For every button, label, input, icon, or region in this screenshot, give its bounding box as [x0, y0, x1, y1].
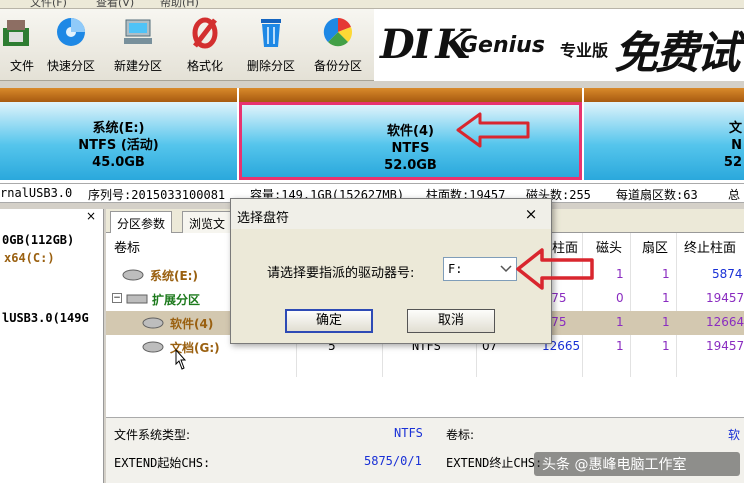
disk-icon — [142, 341, 164, 353]
close-icon[interactable]: × — [82, 209, 100, 225]
menu-bar: 文件(F) 查看(V) 帮助(H) — [0, 0, 744, 9]
toolbar: 文件 快速分区 新建分区 格式化 删除分区 备份分区 DI K Genius 专业… — [0, 9, 744, 143]
tree-item-disk0[interactable]: 0GB(112GB) — [2, 233, 74, 247]
new-partition-button[interactable]: 新建分区 — [107, 13, 169, 77]
row-name: 软件(4) — [170, 317, 214, 331]
disk-sectors: 每道扇区数:63 — [616, 188, 698, 202]
tab-partition-params[interactable]: 分区参数 — [110, 211, 173, 233]
volume-value: 软 — [728, 428, 741, 442]
dialog-titlebar: 选择盘符 × — [231, 199, 551, 229]
format-label: 格式化 — [186, 59, 223, 73]
disk-model: rnalUSB3.0 — [0, 186, 73, 200]
new-partition-label: 新建分区 — [113, 59, 162, 73]
disk-icon — [126, 294, 148, 304]
extend-start-label: EXTEND起始CHS: — [114, 456, 211, 470]
col-header-sector: 扇区 — [642, 241, 669, 256]
col-header-end-cylinder: 终止柱面 — [684, 241, 737, 256]
row-name: 系统(E:) — [150, 269, 198, 283]
row-end-cylinder: 12664 — [706, 315, 744, 329]
partition-body: 系统(E:) NTFS (活动) 45.0GB — [0, 102, 237, 180]
volume-label: 卷标: — [446, 428, 475, 442]
delete-partition-button[interactable]: 删除分区 — [240, 13, 302, 77]
brand-edition: 专业版 — [560, 41, 609, 60]
row-sector: 1 — [662, 291, 670, 305]
partition-fs: NTFS (活动) — [78, 138, 159, 153]
row-head: 1 — [616, 315, 624, 329]
partition-documents[interactable]: 文 N 52 — [584, 88, 744, 180]
watermark: 头条 @惠峰电脑工作室 — [534, 452, 740, 476]
backup-partition-button[interactable]: 备份分区 — [307, 13, 369, 77]
partition-system[interactable]: 系统(E:) NTFS (活动) 45.0GB — [0, 88, 237, 180]
extend-end-label: EXTEND终止CHS: — [446, 456, 543, 470]
collapse-icon[interactable]: − — [112, 293, 122, 303]
brand-logo-d: DI K — [380, 21, 470, 68]
disk-serial: 序列号:2015033100081 — [88, 188, 226, 202]
row-head: 1 — [616, 267, 624, 281]
partition-fs: N — [731, 138, 742, 153]
dialog-title: 选择盘符 — [237, 211, 290, 226]
mouse-cursor-icon — [175, 349, 186, 370]
disk-total: 总 — [728, 188, 741, 202]
col-header-head: 磁头 — [596, 241, 623, 256]
disk-tree: × 0GB(112GB) x64(C:) lUSB3.0(149G — [0, 209, 104, 483]
quick-partition-label: 快速分区 — [46, 59, 95, 73]
brand-logo-genius: Genius — [460, 33, 545, 58]
save-file-label: 文件 — [9, 59, 34, 73]
save-icon — [0, 13, 34, 51]
partition-size: 52 — [723, 155, 742, 170]
partition-body: 文 N 52 — [584, 102, 744, 180]
row-end-cylinder: 19457 — [706, 291, 744, 305]
tree-item-system-c[interactable]: x64(C:) — [4, 251, 55, 265]
drive-prompt: 请选择要指派的驱动器号: — [267, 266, 415, 281]
fs-type-label: 文件系统类型: — [114, 428, 191, 442]
quick-partition-icon — [52, 13, 90, 51]
chevron-down-icon — [500, 265, 512, 273]
partition-cap — [0, 88, 237, 102]
close-icon[interactable]: × — [521, 205, 541, 225]
quick-partition-button[interactable]: 快速分区 — [40, 13, 102, 77]
row-head: 0 — [616, 291, 624, 305]
col-header-volume: 卷标 — [114, 241, 141, 256]
drive-letter-value: F: — [448, 262, 463, 276]
menu-view[interactable]: 查看(V) — [96, 0, 134, 8]
disk-icon — [122, 269, 144, 281]
fs-type-value: NTFS — [394, 426, 423, 440]
ok-button[interactable]: 确定 — [285, 309, 373, 333]
partition-cap — [584, 88, 744, 102]
row-head: 1 — [616, 339, 624, 353]
cancel-button[interactable]: 取消 — [407, 309, 495, 333]
format-icon — [186, 13, 224, 51]
tab-browse-files[interactable]: 浏览文 — [182, 211, 233, 233]
partition-map: 系统(E:) NTFS (活动) 45.0GB 软件(4) NTFS 52.0G… — [0, 88, 744, 184]
row-name: 扩展分区 — [152, 293, 201, 307]
delete-partition-icon — [252, 13, 290, 51]
delete-partition-label: 删除分区 — [246, 59, 295, 73]
select-drive-dialog: 选择盘符 × 请选择要指派的驱动器号: F: 确定 取消 — [230, 198, 552, 344]
row-end-cylinder: 5874 — [712, 267, 743, 281]
partition-name: 系统(E:) — [92, 121, 145, 136]
partition-cap — [239, 88, 582, 102]
extend-start-value: 5875/0/1 — [364, 454, 422, 468]
partition-size: 45.0GB — [92, 155, 145, 170]
format-button[interactable]: 格式化 — [174, 13, 236, 77]
new-partition-icon — [119, 13, 157, 51]
tree-item-usb-disk[interactable]: lUSB3.0(149G — [2, 311, 89, 325]
annotation-arrow-icon — [516, 248, 594, 290]
backup-partition-icon — [319, 13, 357, 51]
partition-size: 52.0GB — [384, 158, 437, 173]
row-sector: 1 — [662, 339, 670, 353]
diskgenius-banner: DIK Genius 专业版 免费试用 — [374, 9, 744, 143]
disk-icon — [142, 317, 164, 329]
drive-letter-select[interactable]: F: — [443, 257, 517, 281]
row-sector: 1 — [662, 267, 670, 281]
menu-file[interactable]: 文件(F) — [30, 0, 67, 8]
row-end-cylinder: 19457 — [706, 339, 744, 353]
partition-name: 文 — [728, 121, 742, 136]
annotation-arrow-icon — [456, 112, 530, 148]
row-sector: 1 — [662, 315, 670, 329]
backup-partition-label: 备份分区 — [313, 59, 362, 73]
menu-help[interactable]: 帮助(H) — [160, 0, 199, 8]
